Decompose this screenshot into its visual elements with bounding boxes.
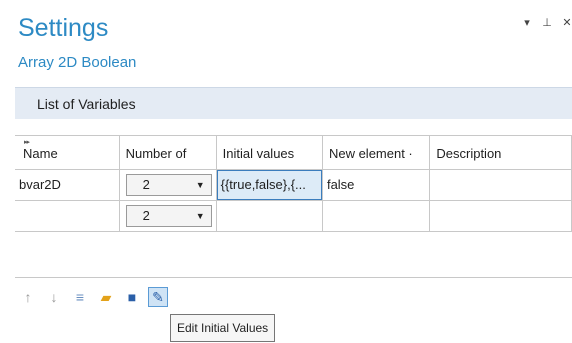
dropdown-value: 2 [142,177,150,192]
cell-number-of[interactable]: 2 ▼ [119,200,217,232]
cell-description[interactable] [429,200,572,232]
table-row: bvar2D 2 ▼ {{true,false},{... false [15,169,572,201]
table-toolbar: ↑ ↓ ≡ ▰ ■ ✎ [18,287,168,307]
close-icon[interactable]: ✕ [562,16,572,29]
page-title: Settings [18,14,109,42]
variables-grid: ▸▸ Name Number of Initial values New ele… [15,136,572,232]
column-header-number-of[interactable]: Number of [119,136,217,170]
cell-new-element[interactable] [322,200,431,232]
cell-initial-values[interactable]: {{true,false},{... [216,169,323,201]
save-icon[interactable]: ■ [122,287,142,307]
number-of-dropdown[interactable]: 2 ▼ [125,204,212,227]
page-subtitle: Array 2D Boolean [18,54,137,71]
section-label: List of Variables [37,96,136,112]
column-header-description[interactable]: Description [429,136,572,170]
open-folder-icon[interactable]: ▰ [96,287,116,307]
table-row: 2 ▼ [15,200,572,232]
dropdown-value: 2 [142,208,150,223]
panel-controls: ▾ ⊥ ✕ [522,16,572,29]
move-up-icon[interactable]: ↑ [18,287,38,307]
cell-description[interactable] [429,169,572,201]
variables-table: ▸▸ Name Number of Initial values New ele… [15,135,572,278]
column-header-new-element[interactable]: New element · [322,136,431,170]
column-header-initial-values[interactable]: Initial values [216,136,323,170]
dropdown-arrow-icon[interactable]: ▾ [522,16,532,29]
number-of-dropdown[interactable]: 2 ▼ [125,173,212,196]
initial-values-selected[interactable]: {{true,false},{... [216,169,322,199]
pin-icon[interactable]: ⊥ [542,16,552,29]
column-header-name[interactable]: ▸▸ Name [15,136,120,170]
cell-name[interactable]: bvar2D [15,169,120,201]
tooltip: Edit Initial Values [170,314,276,342]
chevron-down-icon: ▼ [195,210,205,221]
column-header-label: Name [23,146,58,161]
section-header-list-of-variables[interactable]: List of Variables [15,87,572,119]
move-down-icon[interactable]: ↓ [44,287,64,307]
cell-number-of[interactable]: 2 ▼ [119,169,217,201]
cell-new-element[interactable]: false [322,169,431,201]
sort-icon: ▸▸ [24,139,30,146]
table-header-row: ▸▸ Name Number of Initial values New ele… [15,136,572,170]
edit-initial-values-icon[interactable]: ✎ [148,287,168,307]
cell-name[interactable] [15,200,120,232]
cell-initial-values[interactable] [216,200,323,232]
chevron-down-icon: ▼ [195,179,205,190]
delete-list-icon[interactable]: ≡ [70,287,90,307]
